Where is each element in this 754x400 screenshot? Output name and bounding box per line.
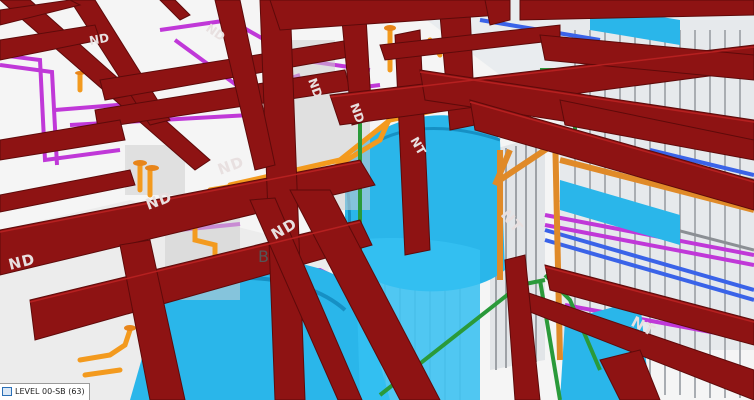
3d-model-viewport[interactable]: ND ND ND ND ND ND ND ND NT NT NT B LEVEL… <box>0 0 754 400</box>
level-icon <box>2 387 12 396</box>
grid-marker: B <box>258 247 269 266</box>
bim-3d-scene[interactable]: ND ND ND ND ND ND ND ND NT NT NT B <box>0 0 754 400</box>
level-label[interactable]: LEVEL 00-SB (63) <box>0 383 90 400</box>
level-label-text: LEVEL 00-SB (63) <box>15 387 85 396</box>
